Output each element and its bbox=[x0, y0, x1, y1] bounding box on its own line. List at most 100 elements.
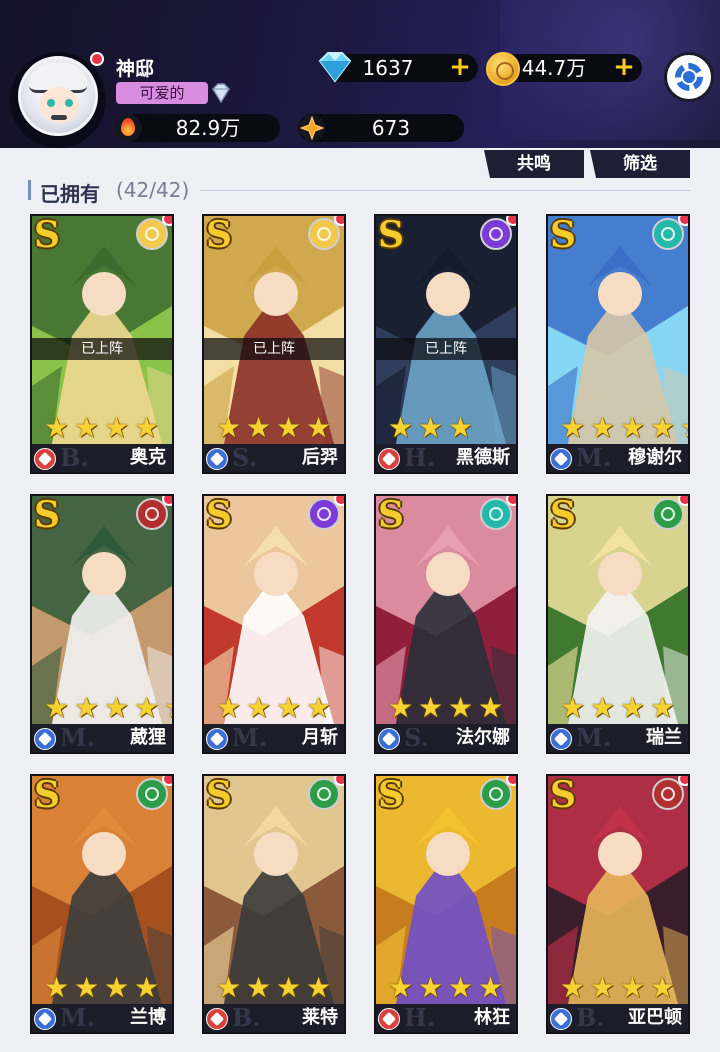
star-icon: ★ bbox=[388, 691, 414, 724]
star-icon: ★ bbox=[74, 411, 100, 444]
hero-card[interactable]: S ★ ★ ★ ★ B. 亚巴顿 bbox=[546, 774, 690, 1034]
notification-dot bbox=[90, 52, 104, 66]
star-rating: ★★★★★ bbox=[44, 691, 172, 724]
class-mark: M. bbox=[576, 443, 611, 472]
rank-diamond-icon bbox=[212, 83, 230, 104]
hero-card[interactable]: S 已上阵 ★ ★ ★ ★ B. 奥克 bbox=[30, 214, 174, 474]
star-rating: ★ ★ ★ ★ bbox=[216, 694, 334, 724]
star-rating: ★ ★ ★ ★ bbox=[44, 974, 162, 1004]
star-icon: ★ bbox=[216, 971, 242, 1004]
star-icon: ★ bbox=[560, 691, 586, 724]
grade-badge: S bbox=[550, 494, 576, 536]
notification-dot bbox=[334, 216, 344, 226]
notification-dot bbox=[334, 776, 344, 786]
star-icon: ★ bbox=[134, 411, 160, 444]
star-icon: ★ bbox=[650, 691, 676, 724]
add-gold-button[interactable]: + bbox=[612, 54, 636, 80]
hero-card[interactable]: S ★ ★ ★ ★ M. 兰博 bbox=[30, 774, 174, 1034]
hero-name: 兰博 bbox=[130, 1007, 166, 1028]
grade-badge: S bbox=[206, 214, 232, 256]
star-icon: ★ bbox=[306, 971, 332, 1004]
hero-card[interactable]: S ★ ★ ★ ★ M. 月斩 bbox=[202, 494, 346, 754]
star-rating: ★ ★ ★ ★ bbox=[388, 974, 506, 1004]
star-rating: ★ ★ ★ bbox=[388, 414, 476, 444]
star-icon: ★ bbox=[164, 694, 172, 722]
star-icon: ★ bbox=[680, 414, 688, 442]
class-mark: M. bbox=[232, 723, 267, 752]
power-value: 82.9万 bbox=[175, 116, 241, 140]
star-icon: ★ bbox=[134, 691, 160, 724]
star-icon: ★ bbox=[590, 971, 616, 1004]
star-icon: ★ bbox=[418, 411, 444, 444]
role-archer-icon bbox=[550, 448, 572, 470]
star-icon: ★ bbox=[448, 691, 474, 724]
star-icon: ★ bbox=[44, 971, 70, 1004]
grade-badge: S bbox=[378, 774, 404, 816]
avatar-frame[interactable] bbox=[10, 52, 106, 148]
role-support-icon bbox=[550, 728, 572, 750]
resonance-button[interactable]: 共鸣 bbox=[484, 150, 584, 178]
deployed-label: 已上阵 bbox=[32, 338, 172, 360]
notification-dot bbox=[162, 776, 172, 786]
role-support-icon bbox=[34, 728, 56, 750]
diamond-icon bbox=[318, 52, 352, 83]
grade-badge: S bbox=[378, 214, 404, 256]
star-icon: ★ bbox=[216, 691, 242, 724]
star-icon: ★ bbox=[620, 971, 646, 1004]
star-icon: ★ bbox=[590, 411, 616, 444]
hero-card[interactable]: S ★ ★ ★ ★ H. 林狂 bbox=[374, 774, 518, 1034]
star-icon: ★ bbox=[448, 411, 474, 444]
hero-card[interactable]: S ★★★★★ M. 穆谢尔 bbox=[546, 214, 690, 474]
filter-button[interactable]: 筛选 bbox=[590, 150, 690, 178]
player-title-badge[interactable]: 可爱的 bbox=[116, 82, 208, 104]
hero-name: 后羿 bbox=[302, 447, 338, 468]
hero-card[interactable]: S ★ ★ ★ ★ B. 莱特 bbox=[202, 774, 346, 1034]
star-icon: ★ bbox=[560, 971, 586, 1004]
role-assassin-icon bbox=[378, 448, 400, 470]
role-tank-icon bbox=[34, 448, 56, 470]
class-mark: B. bbox=[60, 443, 89, 472]
star-icon: ★ bbox=[478, 971, 504, 1004]
hero-card[interactable]: S 已上阵 ★ ★ ★ ★ S. 后羿 bbox=[202, 214, 346, 474]
star-icon: ★ bbox=[478, 691, 504, 724]
star-icon: ★ bbox=[650, 971, 676, 1004]
deployed-label: 已上阵 bbox=[376, 338, 516, 360]
class-mark: H. bbox=[404, 443, 436, 472]
add-diamond-button[interactable]: + bbox=[448, 54, 472, 80]
star-rating: ★ ★ ★ ★ bbox=[560, 694, 678, 724]
star-rating: ★ ★ ★ ★ bbox=[44, 414, 162, 444]
settings-button[interactable] bbox=[664, 52, 714, 102]
notification-dot bbox=[162, 496, 172, 506]
hero-card[interactable]: S 已上阵 ★ ★ ★ H. 黑德斯 bbox=[374, 214, 518, 474]
star-icon: ★ bbox=[74, 691, 100, 724]
star-icon: ★ bbox=[246, 411, 272, 444]
star-icon: ★ bbox=[306, 691, 332, 724]
star-icon: ★ bbox=[388, 411, 414, 444]
hero-card[interactable]: S ★★★★★ M. 葳狸 bbox=[30, 494, 174, 754]
star-icon: ★ bbox=[246, 971, 272, 1004]
owned-count: (42/42) bbox=[116, 178, 190, 202]
class-mark: M. bbox=[60, 1003, 95, 1032]
grade-badge: S bbox=[206, 774, 232, 816]
hero-name: 穆谢尔 bbox=[628, 447, 682, 468]
star-icon: ★ bbox=[74, 971, 100, 1004]
grade-badge: S bbox=[34, 494, 60, 536]
avatar[interactable] bbox=[18, 56, 98, 136]
star-icon: ★ bbox=[388, 971, 414, 1004]
star-icon: ★ bbox=[44, 411, 70, 444]
flame-icon bbox=[114, 114, 142, 142]
star-value: 673 bbox=[371, 116, 411, 140]
hero-card[interactable]: S ★ ★ ★ ★ M. 瑞兰 bbox=[546, 494, 690, 754]
star-icon: ★ bbox=[650, 411, 676, 444]
deployed-label: 已上阵 bbox=[204, 338, 344, 360]
hero-name: 林狂 bbox=[474, 1007, 510, 1028]
star-icon: ★ bbox=[620, 411, 646, 444]
notification-dot bbox=[162, 216, 172, 226]
notification-dot bbox=[506, 776, 516, 786]
hero-card[interactable]: S ★ ★ ★ ★ S. 法尔娜 bbox=[374, 494, 518, 754]
class-mark: B. bbox=[232, 1003, 261, 1032]
hero-name: 莱特 bbox=[302, 1007, 338, 1028]
star-icon: ★ bbox=[216, 411, 242, 444]
star-icon: ★ bbox=[104, 411, 130, 444]
hero-name: 瑞兰 bbox=[646, 727, 682, 748]
